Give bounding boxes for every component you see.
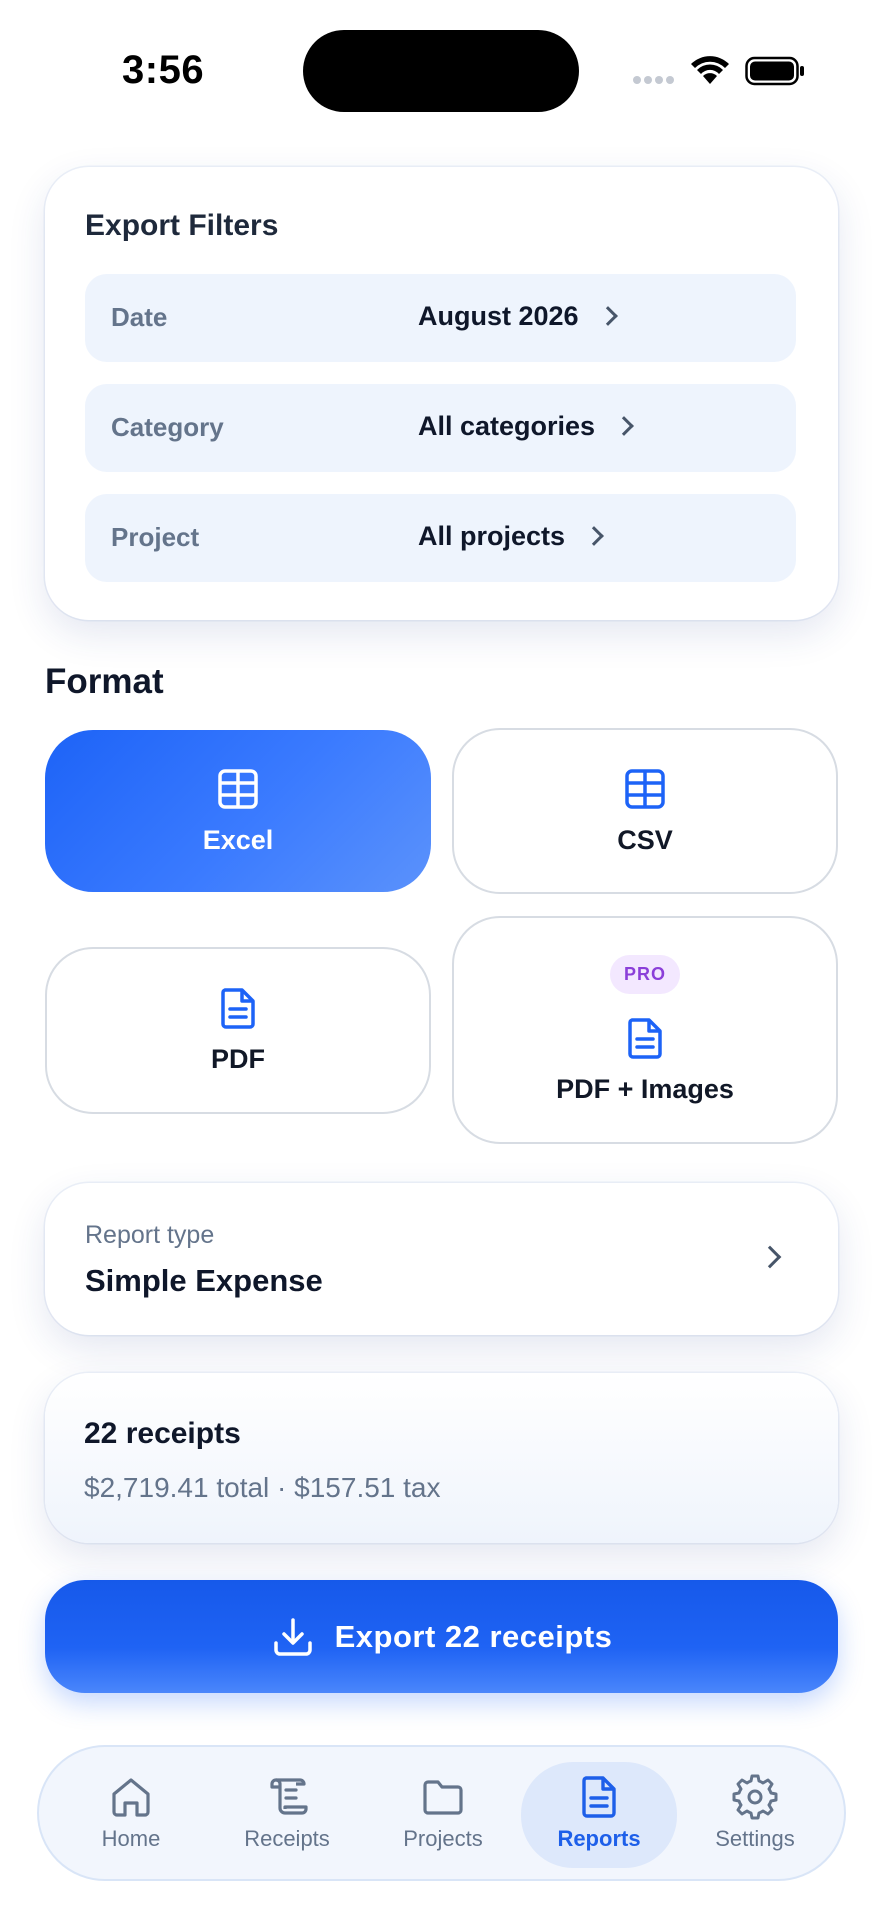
export-filters-card: Export Filters Date August 2026 Category…	[45, 167, 838, 620]
format-option-label: PDF	[211, 1044, 265, 1074]
export-button-label: Export 22 receipts	[334, 1618, 613, 1654]
report-type-selector[interactable]: Report type Simple Expense	[45, 1183, 838, 1335]
filter-project-label: Project	[111, 522, 200, 552]
scroll-icon	[270, 1778, 308, 1815]
tab-label: Settings	[715, 1826, 795, 1851]
home-icon	[112, 1778, 150, 1817]
export-button[interactable]: Export 22 receipts	[45, 1580, 838, 1693]
filter-date-label: Date	[111, 302, 168, 332]
tab-receipts[interactable]: Receipts	[209, 1762, 365, 1868]
status-bar: 3:56	[0, 0, 883, 140]
chevron-right-icon	[758, 1245, 782, 1269]
format-option-excel[interactable]: Excel	[45, 730, 431, 892]
format-option-csv[interactable]: CSV	[452, 728, 838, 894]
format-option-pdf-images[interactable]: PRO PDF + Images	[452, 916, 838, 1144]
export-summary-card: 22 receipts $2,719.41 total · $157.51 ta…	[45, 1373, 838, 1543]
tab-label: Reports	[557, 1826, 641, 1851]
filter-project-row[interactable]: Project All projects	[85, 494, 796, 582]
wifi-icon	[691, 56, 729, 84]
battery-icon	[745, 56, 804, 86]
folder-icon	[423, 1780, 463, 1815]
format-option-label: Excel	[202, 824, 274, 855]
tab-label: Receipts	[244, 1826, 330, 1851]
chevron-right-icon	[597, 306, 618, 326]
tab-reports[interactable]: Reports	[521, 1762, 677, 1868]
format-option-label: CSV	[617, 824, 673, 855]
filter-category-label: Category	[111, 412, 224, 442]
document-icon	[628, 1018, 662, 1059]
table-icon	[625, 768, 665, 809]
status-time: 3:56	[122, 48, 205, 92]
pro-badge: PRO	[609, 955, 680, 994]
tab-home[interactable]: Home	[53, 1762, 209, 1868]
tab-settings[interactable]: Settings	[677, 1762, 833, 1868]
table-icon	[218, 768, 258, 809]
tab-label: Home	[101, 1826, 161, 1851]
dynamic-island	[303, 30, 579, 112]
document-icon	[582, 1776, 616, 1818]
download-icon	[273, 1617, 312, 1656]
cellular-signal-icon	[633, 76, 674, 84]
tab-projects[interactable]: Projects	[365, 1762, 521, 1868]
format-option-pdf[interactable]: PDF	[45, 947, 431, 1114]
format-title: Format	[45, 662, 164, 701]
format-option-label: PDF + Images	[556, 1074, 734, 1104]
tab-bar: Home Receipts Projects Reports Settings	[37, 1745, 846, 1881]
export-filters-title: Export Filters	[85, 209, 279, 242]
report-type-label: Report type	[85, 1221, 215, 1249]
filter-date-row[interactable]: Date August 2026	[85, 274, 796, 362]
filter-category-row[interactable]: Category All categories	[85, 384, 796, 472]
filter-date-value: August 2026	[418, 301, 618, 332]
receipt-count: 22 receipts	[84, 1417, 241, 1450]
tab-label: Projects	[403, 1826, 483, 1851]
chevron-right-icon	[584, 526, 604, 546]
document-icon	[221, 988, 255, 1029]
filter-project-value: All projects	[418, 521, 604, 552]
receipt-totals: $2,719.41 total · $157.51 tax	[84, 1472, 441, 1503]
gear-icon	[732, 1774, 778, 1820]
chevron-right-icon	[614, 416, 634, 436]
filter-category-value: All categories	[418, 411, 634, 442]
report-type-value: Simple Expense	[85, 1263, 323, 1298]
